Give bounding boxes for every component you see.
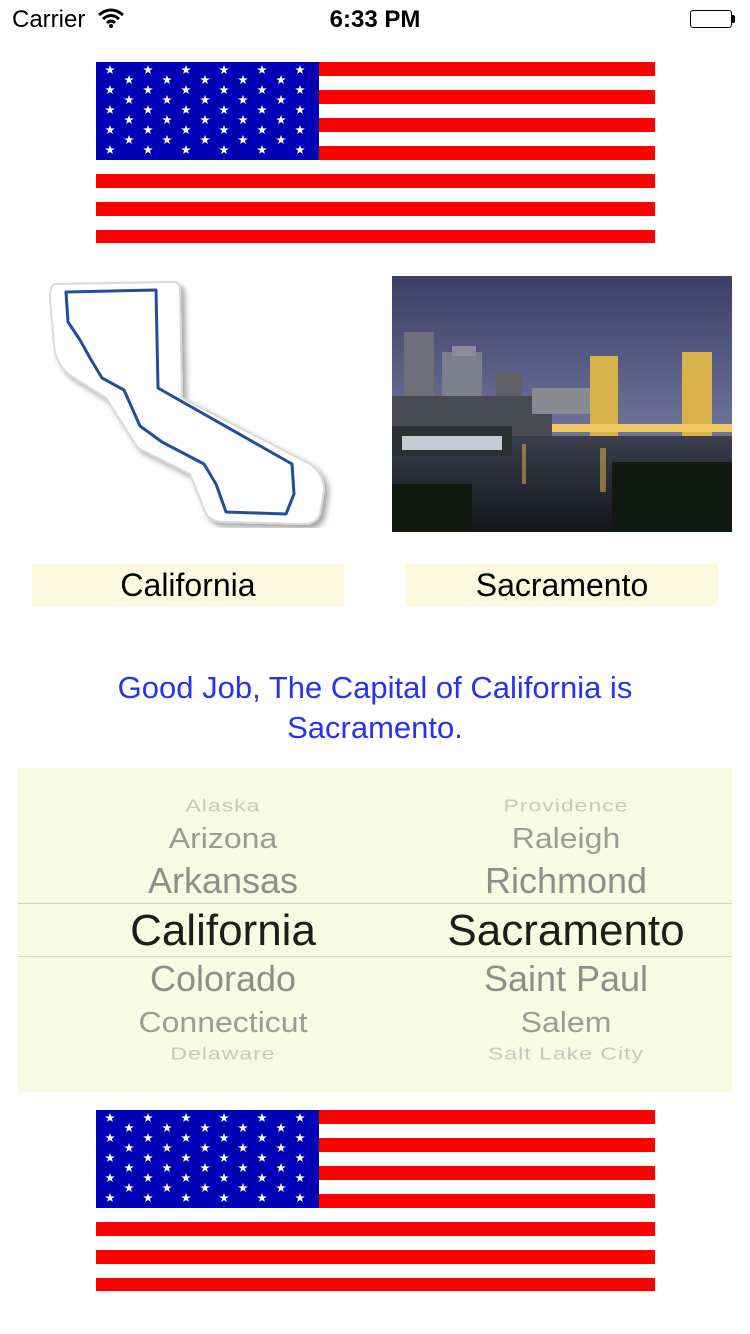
picker-capital-item[interactable]: Salt Lake City: [394, 1043, 732, 1064]
picker-state-item[interactable]: Colorado: [18, 958, 428, 1000]
picker-state-item[interactable]: Arkansas: [18, 860, 428, 902]
picker-capital-item[interactable]: Raleigh: [394, 822, 732, 855]
feedback-message: Good Job, The Capital of California is S…: [40, 668, 710, 748]
picker-capital-item[interactable]: Saint Paul: [394, 958, 732, 1000]
picker-capital-selected[interactable]: Sacramento: [394, 906, 732, 956]
picker-state-item[interactable]: Delaware: [18, 1043, 428, 1064]
capital-photo: [392, 276, 732, 532]
us-flag-bottom: [96, 1110, 655, 1291]
flag-stars: [105, 65, 305, 154]
selected-state-label: California: [32, 564, 344, 606]
status-bar: Carrier 6:33 PM: [0, 0, 750, 40]
picker-state-item[interactable]: Connecticut: [18, 1006, 428, 1039]
selected-capital-label: Sacramento: [406, 564, 718, 606]
picker-capital-item[interactable]: Richmond: [394, 860, 732, 902]
picker-capital-item[interactable]: Salem: [394, 1006, 732, 1039]
picker-capital-item[interactable]: Providence: [394, 795, 732, 816]
battery-icon: [690, 10, 736, 30]
state-outline-image: [42, 278, 334, 528]
picker-state-item[interactable]: Alaska: [18, 795, 428, 816]
flag-stars: [105, 1113, 305, 1202]
us-flag-top: [96, 62, 655, 243]
clock: 6:33 PM: [329, 6, 421, 33]
feedback-line-1: Good Job, The Capital of California is: [117, 670, 633, 705]
picker-state-selected[interactable]: California: [18, 906, 428, 956]
state-capital-picker[interactable]: Alaska Arizona Arkansas California Color…: [18, 768, 732, 1092]
feedback-line-2: Sacramento.: [287, 710, 463, 745]
picker-state-item[interactable]: Arizona: [18, 822, 428, 855]
